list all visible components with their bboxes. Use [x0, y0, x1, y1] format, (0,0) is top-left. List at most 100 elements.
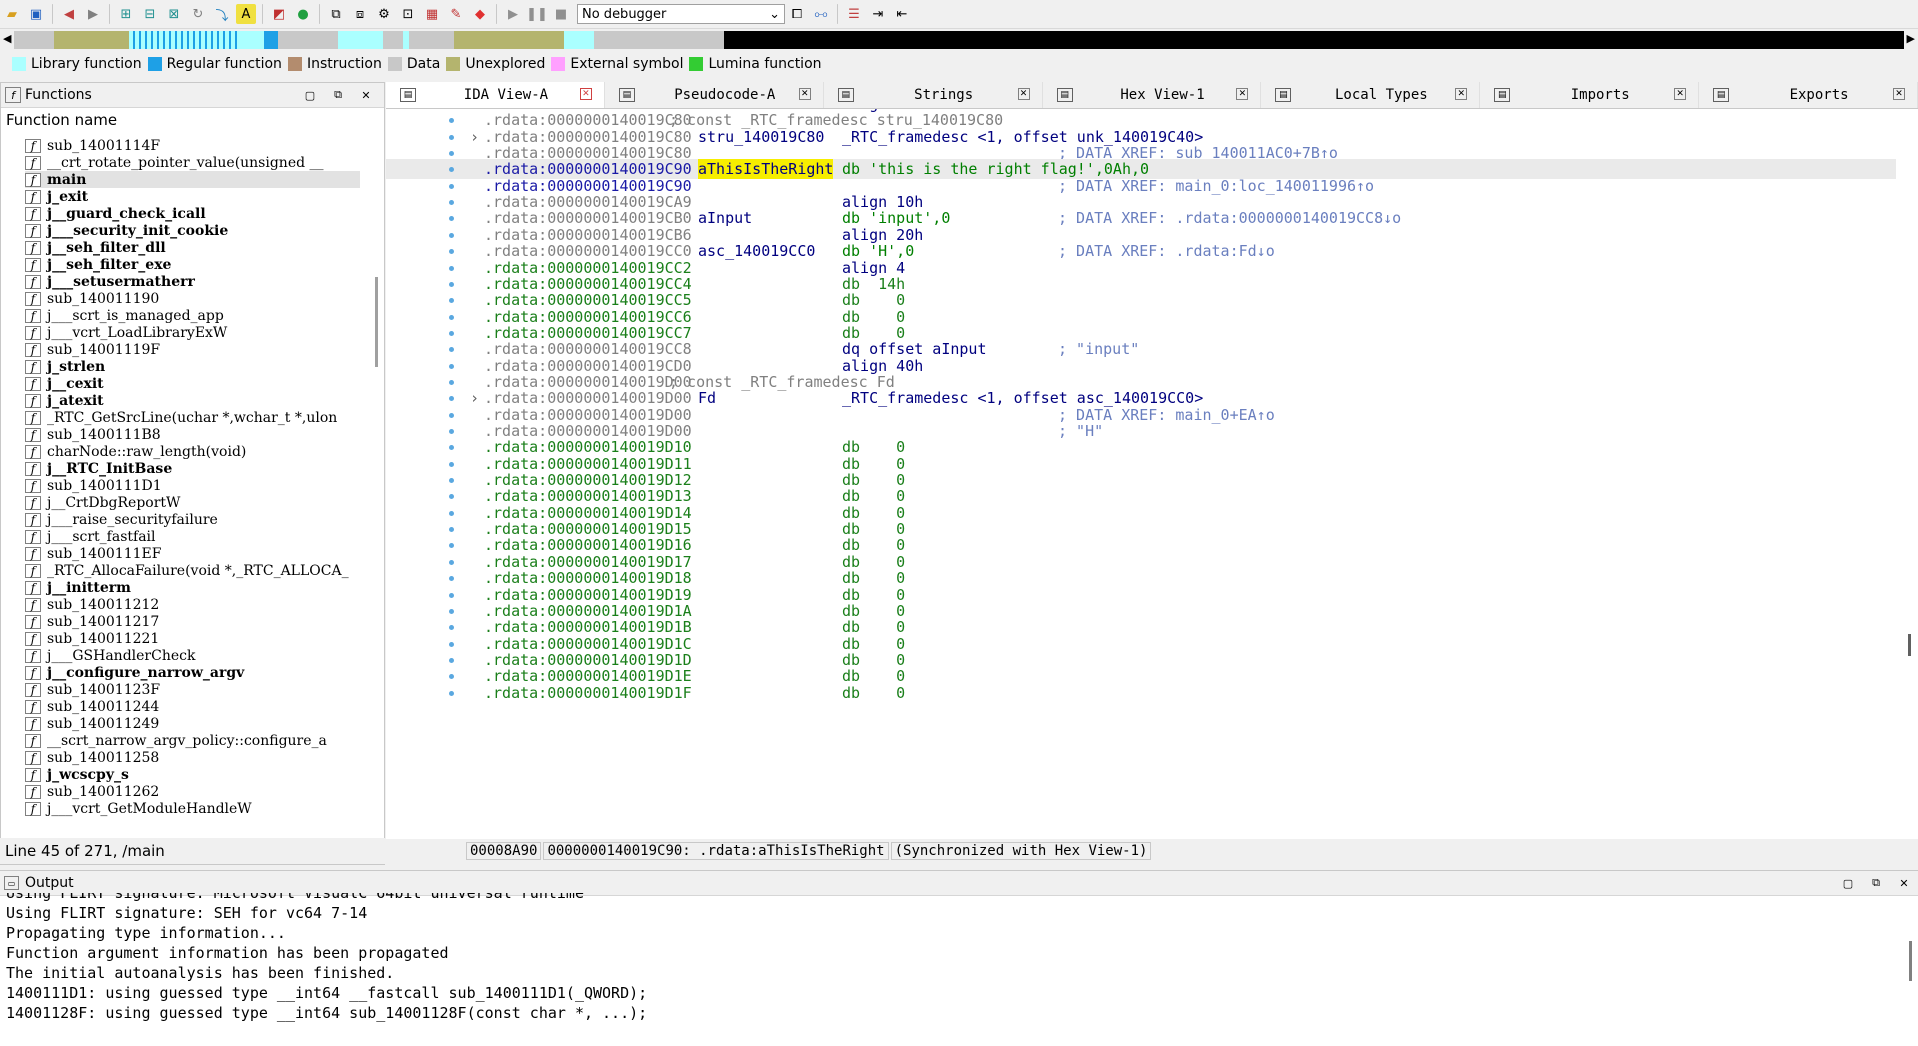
debugger-select[interactable]: No debugger ⌄	[577, 4, 785, 24]
function-list-item[interactable]: f main	[25, 171, 360, 188]
function-list-item[interactable]: f charNode::raw_length(void)	[25, 443, 360, 460]
segment-list-icon[interactable]: ⧉	[326, 4, 346, 24]
tab-strings[interactable]: ▤ Strings ✕	[824, 82, 1043, 108]
output-scrollbar[interactable]	[1906, 941, 1914, 981]
function-list-item[interactable]: f j__guard_check_icall	[25, 205, 360, 222]
nav-right-arrow-icon[interactable]: ▶	[1907, 32, 1915, 45]
open-icon[interactable]: ▰	[2, 4, 22, 24]
close-icon[interactable]: ✕	[579, 88, 592, 100]
function-list-item[interactable]: f j_exit	[25, 188, 360, 205]
stop-debug-icon[interactable]: ■	[551, 4, 571, 24]
pause-icon[interactable]: ❚❚	[526, 4, 548, 24]
function-list-item[interactable]: f j__seh_filter_exe	[25, 256, 360, 273]
function-list-item[interactable]: f j_wcscpy_s	[25, 766, 360, 783]
function-list-item[interactable]: f j__cexit	[25, 375, 360, 392]
close-icon[interactable]: ✕	[1017, 88, 1030, 100]
close-icon[interactable]: ✕	[1236, 88, 1249, 100]
function-list-item[interactable]: f j___GSHandlerCheck	[25, 647, 360, 664]
function-list-item[interactable]: f sub_1400111B8	[25, 426, 360, 443]
close-icon[interactable]: ✕	[1893, 88, 1906, 100]
outdent-icon[interactable]: ⇤	[892, 4, 912, 24]
text-icon[interactable]: A	[236, 4, 256, 24]
close-icon[interactable]: ✕	[1674, 88, 1687, 100]
function-list-item[interactable]: f j__seh_filter_dll	[25, 239, 360, 256]
tab-imports[interactable]: ▤ Imports ✕	[1480, 82, 1700, 108]
function-list-item[interactable]: f sub_1400111EF	[25, 545, 360, 562]
disasm-line[interactable]: .rdata:0000000140019D1F db 0	[386, 683, 1896, 703]
output-log[interactable]: Using FLIRT signature: Microsoft VisualC…	[6, 893, 1886, 1043]
tab-local-types[interactable]: ▤ Local Types ✕	[1261, 82, 1481, 108]
save-icon[interactable]: ▣	[26, 4, 46, 24]
nav-left-arrow-icon[interactable]: ◀	[3, 32, 11, 45]
run-icon[interactable]: ●	[293, 4, 313, 24]
function-list-item[interactable]: f j___scrt_fastfail	[25, 528, 360, 545]
jump-icon[interactable]: ↻	[188, 4, 208, 24]
function-list-item[interactable]: f j_atexit	[25, 392, 360, 409]
function-list-item[interactable]: f __crt_rotate_pointer_value(unsigned __	[25, 154, 360, 171]
function-list-item[interactable]: f j__RTC_InitBase	[25, 460, 360, 477]
step-into-icon[interactable]: ⧠	[787, 4, 807, 24]
function-list-item[interactable]: f j___vcrt_GetModuleHandleW	[25, 800, 360, 817]
view-tabs: ▤ IDA View-A ✕ ▤ Pseudocode-A ✕ ▤ Strings ✕ ▤ Hex …	[386, 82, 1918, 109]
function-list-item[interactable]: f j___vcrt_LoadLibraryExW	[25, 324, 360, 341]
function-list-item[interactable]: f __scrt_narrow_argv_policy::configure_a	[25, 732, 360, 749]
search-icon[interactable]: ⊟	[140, 4, 160, 24]
tab-ida-view-a[interactable]: ▤ IDA View-A ✕	[386, 82, 605, 108]
function-list-icon[interactable]: ⧈	[350, 4, 370, 24]
float-icon[interactable]: ⧉	[331, 88, 345, 102]
structure-icon[interactable]: ⊡	[398, 4, 418, 24]
function-list-item[interactable]: f j__CrtDbgReportW	[25, 494, 360, 511]
back-icon[interactable]: ◀	[59, 4, 79, 24]
list-icon[interactable]: ☰	[844, 4, 864, 24]
play-icon[interactable]: ▶	[503, 4, 523, 24]
indent-icon[interactable]: ⇥	[868, 4, 888, 24]
forward-icon[interactable]: ▶	[83, 4, 103, 24]
function-list-item[interactable]: f j_strlen	[25, 358, 360, 375]
function-list-item[interactable]: f sub_140011258	[25, 749, 360, 766]
function-list-item[interactable]: f sub_14001123F	[25, 681, 360, 698]
function-list-item[interactable]: f sub_140011221	[25, 630, 360, 647]
function-list-item[interactable]: f j___security_init_cookie	[25, 222, 360, 239]
graph-icon[interactable]: ◩	[269, 4, 289, 24]
tab-exports[interactable]: ▤ Exports ✕	[1699, 82, 1918, 108]
tab-pseudocode-a[interactable]: ▤ Pseudocode-A ✕	[605, 82, 824, 108]
navigation-band-bar[interactable]	[14, 31, 1904, 49]
stop-icon[interactable]: ◆	[470, 4, 490, 24]
navigation-band[interactable]: ◀ ▶	[0, 29, 1918, 51]
function-list-item[interactable]: f sub_1400111D1	[25, 477, 360, 494]
function-list-item[interactable]: f j___scrt_is_managed_app	[25, 307, 360, 324]
function-list-item[interactable]: f sub_140011244	[25, 698, 360, 715]
functions-scrollbar[interactable]	[372, 137, 382, 843]
function-list-item[interactable]: f j___raise_securityfailure	[25, 511, 360, 528]
breakpoint-icon[interactable]: ▦	[422, 4, 442, 24]
function-list-item[interactable]: f sub_140011262	[25, 783, 360, 800]
close-icon[interactable]: ✕	[359, 88, 373, 102]
text-search-icon[interactable]: ⊠	[164, 4, 184, 24]
step-over-icon[interactable]: ⧟	[811, 4, 831, 24]
close-icon[interactable]: ✕	[1897, 876, 1911, 890]
function-list-item[interactable]: f sub_140011249	[25, 715, 360, 732]
function-list-item[interactable]: f j__configure_narrow_argv	[25, 664, 360, 681]
function-list-item[interactable]: f sub_140011190	[25, 290, 360, 307]
close-icon[interactable]: ✕	[1455, 88, 1468, 100]
disassembly-view[interactable]: .rdata:0000000140019C50align 40h.rdata:0…	[386, 109, 1918, 839]
function-list-item[interactable]: f j___setusermatherr	[25, 273, 360, 290]
close-icon[interactable]: ✕	[798, 88, 811, 100]
maximize-icon[interactable]: ▢	[303, 88, 317, 102]
function-list-item[interactable]: f sub_14001114F	[25, 137, 360, 154]
tab-hex-view-1[interactable]: ▤ Hex View-1 ✕	[1043, 82, 1262, 108]
function-list-item[interactable]: f j__initterm	[25, 579, 360, 596]
float-icon[interactable]: ⧉	[1869, 876, 1883, 890]
patch-icon[interactable]: ⚙	[374, 4, 394, 24]
function-list-item[interactable]: f sub_140011212	[25, 596, 360, 613]
binary-icon[interactable]: ⤵	[212, 4, 232, 24]
function-list-item[interactable]: f sub_140011217	[25, 613, 360, 630]
function-list-item[interactable]: f sub_14001119F	[25, 341, 360, 358]
trace-icon[interactable]: ✎	[446, 4, 466, 24]
disassembly-scrollbar[interactable]	[1902, 109, 1916, 839]
function-list-item[interactable]: f _RTC_AllocaFailure(void *,_RTC_ALLOCA_	[25, 562, 360, 579]
maximize-icon[interactable]: ▢	[1841, 876, 1855, 890]
segment-icon[interactable]: ⊞	[116, 4, 136, 24]
function-name-column-header[interactable]: Function name	[1, 108, 384, 132]
function-list-item[interactable]: f _RTC_GetSrcLine(uchar *,wchar_t *,ulon	[25, 409, 360, 426]
